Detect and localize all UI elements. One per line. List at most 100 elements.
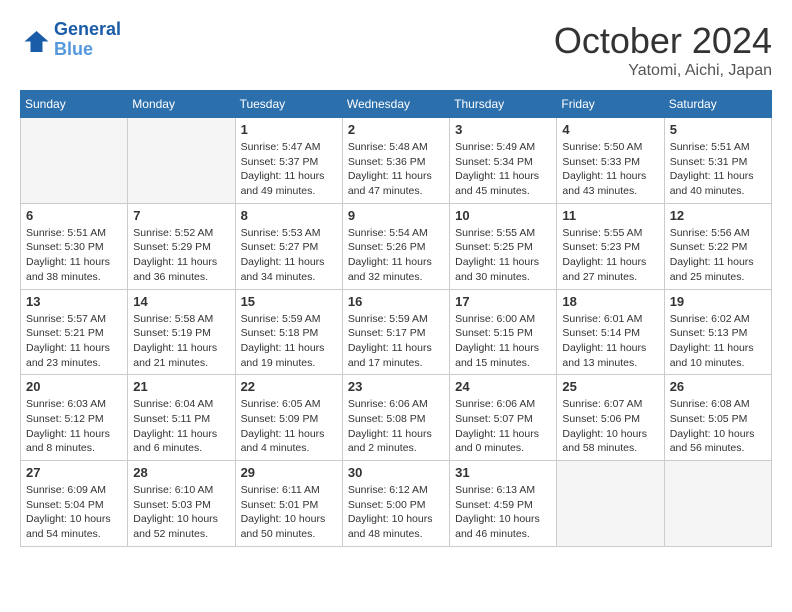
logo-text: General Blue <box>54 20 121 60</box>
day-info: Sunrise: 5:51 AM Sunset: 5:31 PM Dayligh… <box>670 140 766 199</box>
day-cell: 24 Sunrise: 6:06 AM Sunset: 5:07 PM Dayli… <box>450 375 557 461</box>
day-number: 20 <box>26 379 122 394</box>
day-cell <box>128 118 235 204</box>
logo: General Blue <box>20 20 121 60</box>
day-headers-row: SundayMondayTuesdayWednesdayThursdayFrid… <box>21 91 772 118</box>
day-info: Sunrise: 6:07 AM Sunset: 5:06 PM Dayligh… <box>562 397 658 456</box>
day-info: Sunrise: 6:06 AM Sunset: 5:08 PM Dayligh… <box>348 397 444 456</box>
day-cell: 9 Sunrise: 5:54 AM Sunset: 5:26 PM Daylig… <box>342 203 449 289</box>
day-info: Sunrise: 6:08 AM Sunset: 5:05 PM Dayligh… <box>670 397 766 456</box>
day-info: Sunrise: 5:59 AM Sunset: 5:18 PM Dayligh… <box>241 312 337 371</box>
day-info: Sunrise: 6:11 AM Sunset: 5:01 PM Dayligh… <box>241 483 337 542</box>
title-block: October 2024 Yatomi, Aichi, Japan <box>554 20 772 80</box>
day-cell: 16Sunrise: 5:59 AM Sunset: 5:17 PM Dayli… <box>342 289 449 375</box>
day-info: Sunrise: 6:03 AM Sunset: 5:12 PM Dayligh… <box>26 397 122 456</box>
day-number: 7 <box>133 208 229 223</box>
col-header-saturday: Saturday <box>664 91 771 118</box>
day-cell <box>557 461 664 547</box>
day-number: 5 <box>670 122 766 137</box>
col-header-wednesday: Wednesday <box>342 91 449 118</box>
week-row-0: 1 Sunrise: 5:47 AM Sunset: 5:37 PM Daylig… <box>21 118 772 204</box>
day-info: Sunrise: 5:52 AM Sunset: 5:29 PM Dayligh… <box>133 226 229 285</box>
day-cell: 4 Sunrise: 5:50 AM Sunset: 5:33 PM Daylig… <box>557 118 664 204</box>
day-info: Sunrise: 5:58 AM Sunset: 5:19 PM Dayligh… <box>133 312 229 371</box>
day-number: 1 <box>241 122 337 137</box>
day-cell: 15 Sunrise: 5:59 AM Sunset: 5:18 PM Dayli… <box>235 289 342 375</box>
day-cell: 25 Sunrise: 6:07 AM Sunset: 5:06 PM Dayli… <box>557 375 664 461</box>
day-info: Sunrise: 5:47 AM Sunset: 5:37 PM Dayligh… <box>241 140 337 199</box>
day-number: 29 <box>241 465 337 480</box>
day-number: 10 <box>455 208 551 223</box>
day-number: 31 <box>455 465 551 480</box>
day-info: Sunrise: 6:09 AM Sunset: 5:04 PM Dayligh… <box>26 483 122 542</box>
day-cell: 19 Sunrise: 6:02 AM Sunset: 5:13 PM Dayli… <box>664 289 771 375</box>
day-info: Sunrise: 5:57 AM Sunset: 5:21 PM Dayligh… <box>26 312 122 371</box>
day-number: 16 <box>348 294 444 309</box>
day-number: 21 <box>133 379 229 394</box>
day-info: Sunrise: 6:01 AM Sunset: 5:14 PM Dayligh… <box>562 312 658 371</box>
day-cell: 6 Sunrise: 5:51 AM Sunset: 5:30 PM Daylig… <box>21 203 128 289</box>
day-cell: 13Sunrise: 5:57 AM Sunset: 5:21 PM Dayli… <box>21 289 128 375</box>
day-cell: 22Sunrise: 6:05 AM Sunset: 5:09 PM Dayli… <box>235 375 342 461</box>
day-cell: 27 Sunrise: 6:09 AM Sunset: 5:04 PM Dayli… <box>21 461 128 547</box>
day-cell: 11 Sunrise: 5:55 AM Sunset: 5:23 PM Dayli… <box>557 203 664 289</box>
day-cell: 10Sunrise: 5:55 AM Sunset: 5:25 PM Dayli… <box>450 203 557 289</box>
day-number: 27 <box>26 465 122 480</box>
day-cell: 30Sunrise: 6:12 AM Sunset: 5:00 PM Dayli… <box>342 461 449 547</box>
logo-icon <box>20 25 50 55</box>
day-number: 28 <box>133 465 229 480</box>
col-header-monday: Monday <box>128 91 235 118</box>
day-info: Sunrise: 6:02 AM Sunset: 5:13 PM Dayligh… <box>670 312 766 371</box>
day-cell: 5 Sunrise: 5:51 AM Sunset: 5:31 PM Daylig… <box>664 118 771 204</box>
day-number: 6 <box>26 208 122 223</box>
location: Yatomi, Aichi, Japan <box>554 62 772 80</box>
day-number: 11 <box>562 208 658 223</box>
day-info: Sunrise: 5:48 AM Sunset: 5:36 PM Dayligh… <box>348 140 444 199</box>
day-cell <box>664 461 771 547</box>
day-info: Sunrise: 5:50 AM Sunset: 5:33 PM Dayligh… <box>562 140 658 199</box>
calendar-table: SundayMondayTuesdayWednesdayThursdayFrid… <box>20 90 772 547</box>
day-cell: 31 Sunrise: 6:13 AM Sunset: 4:59 PM Dayli… <box>450 461 557 547</box>
day-info: Sunrise: 6:06 AM Sunset: 5:07 PM Dayligh… <box>455 397 551 456</box>
week-row-3: 20 Sunrise: 6:03 AM Sunset: 5:12 PM Dayli… <box>21 375 772 461</box>
day-info: Sunrise: 5:53 AM Sunset: 5:27 PM Dayligh… <box>241 226 337 285</box>
day-number: 12 <box>670 208 766 223</box>
day-number: 8 <box>241 208 337 223</box>
day-number: 24 <box>455 379 551 394</box>
day-number: 17 <box>455 294 551 309</box>
day-info: Sunrise: 5:56 AM Sunset: 5:22 PM Dayligh… <box>670 226 766 285</box>
day-info: Sunrise: 5:55 AM Sunset: 5:23 PM Dayligh… <box>562 226 658 285</box>
day-cell: 21 Sunrise: 6:04 AM Sunset: 5:11 PM Dayli… <box>128 375 235 461</box>
day-info: Sunrise: 6:00 AM Sunset: 5:15 PM Dayligh… <box>455 312 551 371</box>
day-cell: 26 Sunrise: 6:08 AM Sunset: 5:05 PM Dayli… <box>664 375 771 461</box>
day-cell: 3 Sunrise: 5:49 AM Sunset: 5:34 PM Daylig… <box>450 118 557 204</box>
day-number: 19 <box>670 294 766 309</box>
day-cell <box>21 118 128 204</box>
day-info: Sunrise: 5:49 AM Sunset: 5:34 PM Dayligh… <box>455 140 551 199</box>
day-cell: 7 Sunrise: 5:52 AM Sunset: 5:29 PM Daylig… <box>128 203 235 289</box>
col-header-thursday: Thursday <box>450 91 557 118</box>
day-cell: 14 Sunrise: 5:58 AM Sunset: 5:19 PM Dayli… <box>128 289 235 375</box>
day-number: 26 <box>670 379 766 394</box>
day-cell: 23Sunrise: 6:06 AM Sunset: 5:08 PM Dayli… <box>342 375 449 461</box>
day-cell: 8 Sunrise: 5:53 AM Sunset: 5:27 PM Daylig… <box>235 203 342 289</box>
day-number: 15 <box>241 294 337 309</box>
day-number: 2 <box>348 122 444 137</box>
day-cell: 20 Sunrise: 6:03 AM Sunset: 5:12 PM Dayli… <box>21 375 128 461</box>
month-title: October 2024 <box>554 20 772 62</box>
day-info: Sunrise: 5:51 AM Sunset: 5:30 PM Dayligh… <box>26 226 122 285</box>
day-number: 18 <box>562 294 658 309</box>
day-info: Sunrise: 6:04 AM Sunset: 5:11 PM Dayligh… <box>133 397 229 456</box>
day-info: Sunrise: 6:05 AM Sunset: 5:09 PM Dayligh… <box>241 397 337 456</box>
day-info: Sunrise: 6:13 AM Sunset: 4:59 PM Dayligh… <box>455 483 551 542</box>
day-info: Sunrise: 6:12 AM Sunset: 5:00 PM Dayligh… <box>348 483 444 542</box>
day-number: 25 <box>562 379 658 394</box>
day-number: 4 <box>562 122 658 137</box>
day-cell: 28Sunrise: 6:10 AM Sunset: 5:03 PM Dayli… <box>128 461 235 547</box>
week-row-1: 6 Sunrise: 5:51 AM Sunset: 5:30 PM Daylig… <box>21 203 772 289</box>
day-number: 3 <box>455 122 551 137</box>
day-cell: 29 Sunrise: 6:11 AM Sunset: 5:01 PM Dayli… <box>235 461 342 547</box>
day-number: 9 <box>348 208 444 223</box>
day-info: Sunrise: 5:54 AM Sunset: 5:26 PM Dayligh… <box>348 226 444 285</box>
day-number: 14 <box>133 294 229 309</box>
